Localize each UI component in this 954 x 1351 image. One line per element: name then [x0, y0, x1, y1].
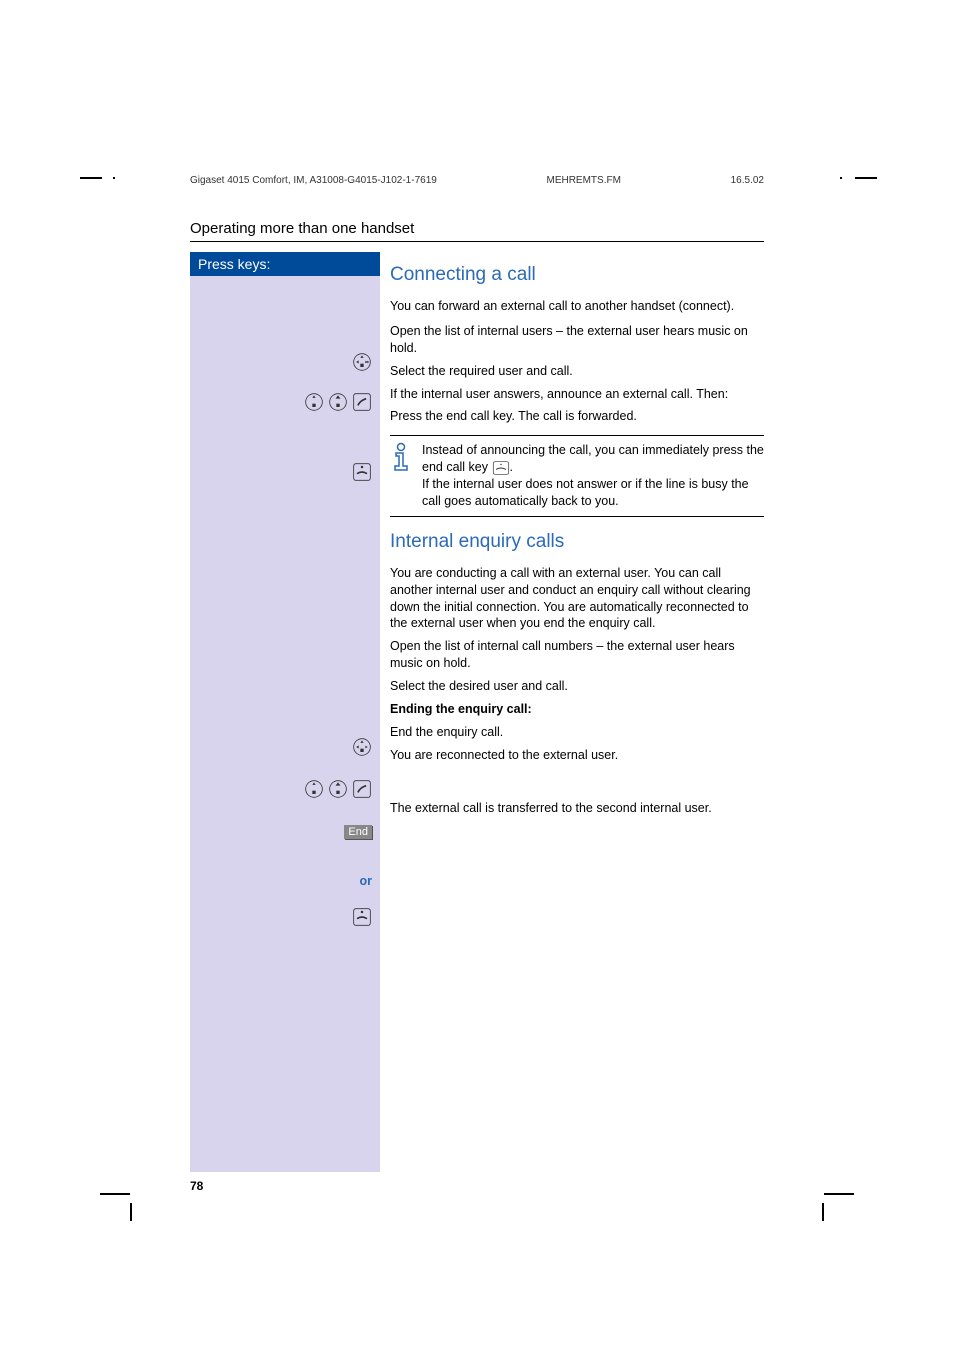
navpad-up-icon — [328, 779, 348, 799]
text-reconnected: You are reconnected to the external user… — [390, 747, 764, 764]
text-open-list: Open the list of internal users – the ex… — [390, 323, 764, 357]
info-line1: Instead of announcing the call, you can … — [422, 443, 764, 474]
text-end-enquiry: End the enquiry call. — [390, 724, 764, 741]
document-header: Gigaset 4015 Comfort, IM, A31008-G4015-J… — [190, 175, 764, 186]
navpad-up-icon — [328, 392, 348, 412]
info-text: Instead of announcing the call, you can … — [422, 442, 764, 510]
header-left: Gigaset 4015 Comfort, IM, A31008-G4015-J… — [190, 175, 437, 186]
text-transferred: The external call is transferred to the … — [390, 800, 764, 817]
crop-mark — [130, 1203, 132, 1221]
crop-mark — [824, 1193, 854, 1195]
navpad-icon — [352, 352, 372, 372]
info-line2: . — [510, 460, 513, 474]
info-icon — [390, 442, 412, 472]
navpad-icon — [304, 779, 324, 799]
key-nav-talk — [304, 392, 372, 412]
talk-key-icon — [352, 779, 372, 799]
text-select-desired: Select the desired user and call. — [390, 678, 764, 695]
or-label: or — [360, 874, 373, 888]
crop-mark — [113, 177, 115, 179]
talk-key-icon — [352, 392, 372, 412]
keys-column: Press keys: End or — [190, 252, 380, 1172]
end-call-icon — [352, 462, 372, 482]
section-title: Operating more than one handset — [190, 220, 764, 242]
key-endcall — [352, 462, 372, 482]
content-column: Connecting a call You can forward an ext… — [380, 252, 764, 1172]
key-end-badge: End — [344, 825, 372, 839]
key-endcall-2 — [352, 907, 372, 927]
end-call-icon — [352, 907, 372, 927]
crop-mark — [80, 177, 102, 179]
heading-connecting: Connecting a call — [390, 264, 764, 286]
key-nav-talk-2 — [304, 779, 372, 799]
heading-internal: Internal enquiry calls — [390, 531, 764, 553]
end-softkey: End — [344, 825, 372, 839]
crop-mark — [100, 1193, 130, 1195]
or-holder: or — [312, 874, 372, 888]
text-press-end: Press the end call key. The call is forw… — [390, 408, 764, 425]
press-keys-label: Press keys: — [190, 252, 380, 276]
text-select-user: Select the required user and call. — [390, 363, 764, 380]
crop-mark — [855, 177, 877, 179]
text-announce: If the internal user answers, announce a… — [390, 386, 764, 403]
crop-mark — [822, 1203, 824, 1221]
main-content: Press keys: End or — [190, 252, 764, 1172]
header-right: 16.5.02 — [731, 175, 764, 186]
info-box: Instead of announcing the call, you can … — [390, 435, 764, 517]
navpad-icon — [304, 392, 324, 412]
navpad-icon — [352, 737, 372, 757]
info-line3: If the internal user does not answer or … — [422, 477, 749, 508]
text-conducting: You are conducting a call with an extern… — [390, 565, 764, 633]
text-forward: You can forward an external call to anot… — [390, 298, 764, 315]
header-center: MEHREMTS.FM — [546, 175, 620, 186]
key-navpad-2 — [352, 737, 372, 757]
text-ending-heading: Ending the enquiry call: — [390, 701, 764, 718]
end-call-inline-icon — [492, 461, 510, 475]
text-open-list-2: Open the list of internal call numbers –… — [390, 638, 764, 672]
crop-mark — [840, 177, 842, 179]
key-navpad — [352, 352, 372, 372]
page-number: 78 — [190, 1179, 203, 1193]
